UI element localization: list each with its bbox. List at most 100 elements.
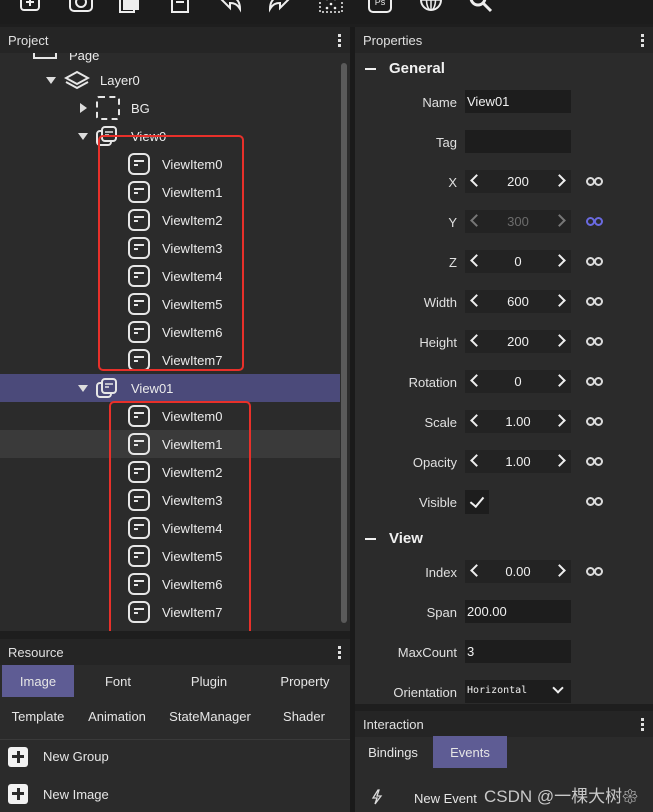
resource-tab-font[interactable]: Font xyxy=(84,665,152,697)
section-general[interactable]: General xyxy=(365,60,445,77)
resource-tab-property[interactable]: Property xyxy=(266,665,344,697)
stepper-value[interactable]: 0 xyxy=(489,254,547,269)
tree-item-viewitem[interactable]: ViewItem7 xyxy=(0,346,340,374)
undo-icon[interactable] xyxy=(218,0,244,16)
decrement-chevron-icon[interactable] xyxy=(470,374,483,387)
stepper-value[interactable]: 300 xyxy=(489,214,547,229)
orientation-select[interactable]: Horizontal xyxy=(465,680,571,703)
stepper-value[interactable]: 200 xyxy=(489,174,547,189)
span-field[interactable]: 200.00 xyxy=(465,600,571,623)
tag-field[interactable] xyxy=(465,130,571,153)
resource-tab-template[interactable]: Template xyxy=(0,700,76,732)
scrollbar-thumb[interactable] xyxy=(341,63,347,623)
stepper-value[interactable]: 200 xyxy=(489,334,547,349)
expand-arrow-icon[interactable] xyxy=(78,133,88,140)
interaction-menu-icon[interactable] xyxy=(641,718,645,731)
x-stepper[interactable]: 200 xyxy=(465,170,571,193)
tree-item-viewitem[interactable]: ViewItem1 xyxy=(0,178,340,206)
globe-icon[interactable] xyxy=(418,0,444,16)
increment-chevron-icon[interactable] xyxy=(553,294,566,307)
decrement-chevron-icon[interactable] xyxy=(470,334,483,347)
height-stepper[interactable]: 200 xyxy=(465,330,571,353)
link-icon[interactable] xyxy=(586,567,604,576)
increment-chevron-icon[interactable] xyxy=(553,414,566,427)
grid-icon[interactable] xyxy=(318,0,344,16)
project-menu-icon[interactable] xyxy=(338,34,342,47)
resource-tab-plugin[interactable]: Plugin xyxy=(172,665,246,697)
tree-item-viewitem[interactable]: ViewItem6 xyxy=(0,570,340,598)
tree-item-view01[interactable]: View01 xyxy=(0,374,340,402)
tree-item-viewitem[interactable]: ViewItem7 xyxy=(0,598,340,626)
decrement-chevron-icon[interactable] xyxy=(470,454,483,467)
link-active-icon[interactable] xyxy=(586,217,604,226)
properties-menu-icon[interactable] xyxy=(641,34,645,47)
tree-item-viewitem[interactable]: ViewItem0 xyxy=(0,402,340,430)
tree-item-viewitem[interactable]: ViewItem2 xyxy=(0,458,340,486)
stepper-value[interactable]: 1.00 xyxy=(489,454,547,469)
project-scrollbar[interactable] xyxy=(340,53,348,623)
document-icon[interactable] xyxy=(168,0,194,16)
z-stepper[interactable]: 0 xyxy=(465,250,571,273)
decrement-chevron-icon[interactable] xyxy=(470,564,483,577)
camera-icon[interactable] xyxy=(68,0,94,16)
link-icon[interactable] xyxy=(586,497,604,506)
resource-menu-icon[interactable] xyxy=(338,646,342,659)
resource-tab-image[interactable]: Image xyxy=(2,665,74,697)
tree-item-viewitem[interactable]: ViewItem4 xyxy=(0,262,340,290)
properties-scrollbar[interactable] xyxy=(647,57,652,697)
width-stepper[interactable]: 600 xyxy=(465,290,571,313)
link-icon[interactable] xyxy=(586,337,604,346)
increment-chevron-icon[interactable] xyxy=(553,254,566,267)
tree-item-view0[interactable]: View0 xyxy=(0,122,340,150)
maxcount-field[interactable]: 3 xyxy=(465,640,571,663)
link-icon[interactable] xyxy=(586,377,604,386)
resource-tab-statemanager[interactable]: StateManager xyxy=(164,700,256,732)
tree-item-viewitem[interactable]: ViewItem2 xyxy=(0,206,340,234)
tree-item-viewitem[interactable]: ViewItem1 xyxy=(0,430,340,458)
expand-arrow-icon[interactable] xyxy=(78,385,88,392)
visible-checkbox[interactable] xyxy=(465,490,489,514)
tab-bindings[interactable]: Bindings xyxy=(355,736,431,768)
stepper-value[interactable]: 1.00 xyxy=(489,414,547,429)
tree-item-viewitem[interactable]: ViewItem0 xyxy=(0,150,340,178)
section-view[interactable]: View xyxy=(365,530,423,547)
resource-tab-animation[interactable]: Animation xyxy=(80,700,154,732)
tree-item-viewitem[interactable]: ViewItem5 xyxy=(0,542,340,570)
link-icon[interactable] xyxy=(586,177,604,186)
rotation-stepper[interactable]: 0 xyxy=(465,370,571,393)
tab-events[interactable]: Events xyxy=(433,736,507,768)
ps-icon[interactable]: Ps xyxy=(367,0,393,16)
opacity-stepper[interactable]: 1.00 xyxy=(465,450,571,473)
decrement-chevron-icon[interactable] xyxy=(470,254,483,267)
new-image-button[interactable]: New Image xyxy=(0,777,350,811)
decrement-chevron-icon[interactable] xyxy=(470,294,483,307)
tree-item-layer0[interactable]: Layer0 xyxy=(0,66,340,94)
link-icon[interactable] xyxy=(586,417,604,426)
increment-chevron-icon[interactable] xyxy=(553,174,566,187)
tree-item-viewitem[interactable]: ViewItem6 xyxy=(0,318,340,346)
tree-item-bg[interactable]: BG xyxy=(0,94,340,122)
collapse-arrow-icon[interactable] xyxy=(80,103,87,113)
increment-chevron-icon[interactable] xyxy=(553,454,566,467)
increment-chevron-icon[interactable] xyxy=(553,374,566,387)
increment-chevron-icon[interactable] xyxy=(553,334,566,347)
increment-chevron-icon[interactable] xyxy=(553,564,566,577)
expand-arrow-icon[interactable] xyxy=(46,77,56,84)
stepper-value[interactable]: 0 xyxy=(489,374,547,389)
redo-icon[interactable] xyxy=(266,0,292,16)
tree-item-viewitem[interactable]: ViewItem3 xyxy=(0,486,340,514)
y-stepper[interactable]: 300 xyxy=(465,210,571,233)
link-icon[interactable] xyxy=(586,297,604,306)
tree-item-viewitem[interactable]: ViewItem5 xyxy=(0,290,340,318)
new-group-button[interactable]: New Group xyxy=(0,739,350,773)
decrement-chevron-icon[interactable] xyxy=(470,174,483,187)
add-image-icon[interactable] xyxy=(18,0,44,16)
link-icon[interactable] xyxy=(586,457,604,466)
stepper-value[interactable]: 600 xyxy=(489,294,547,309)
tree-item-viewitem[interactable]: ViewItem3 xyxy=(0,234,340,262)
name-field[interactable]: View01 xyxy=(465,90,571,113)
tree-item-viewitem[interactable]: ViewItem4 xyxy=(0,514,340,542)
resource-tab-shader[interactable]: Shader xyxy=(270,700,338,732)
decrement-chevron-icon[interactable] xyxy=(470,414,483,427)
copy-icon[interactable] xyxy=(117,0,143,16)
